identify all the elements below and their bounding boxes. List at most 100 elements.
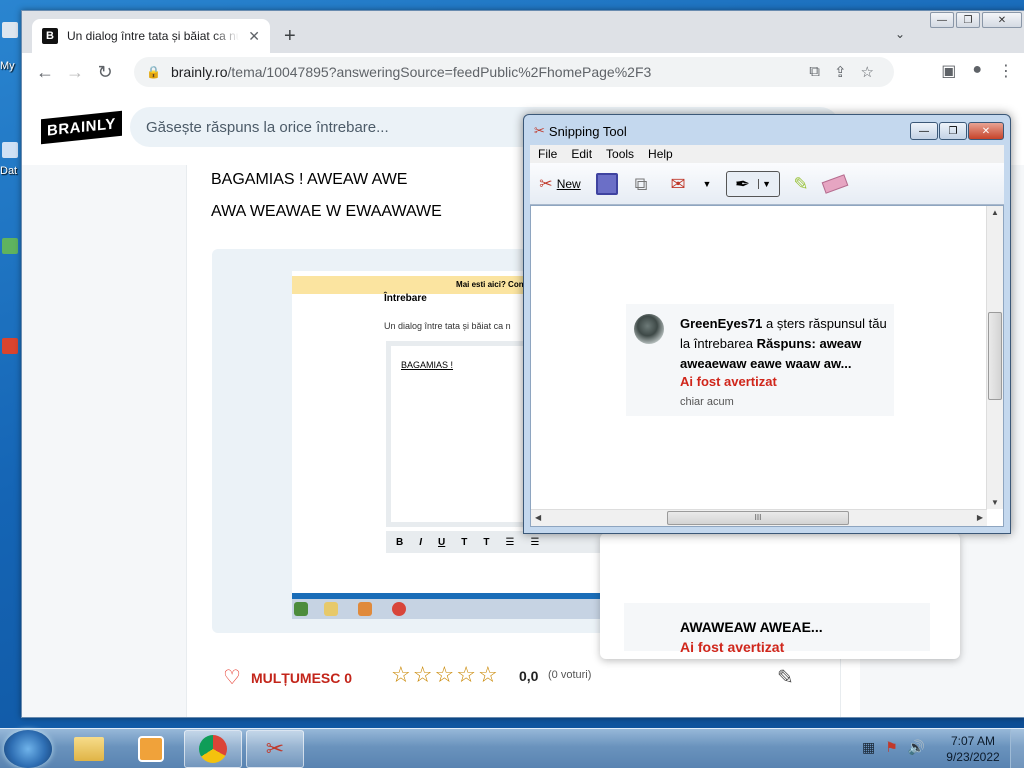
star-rating[interactable]: ☆ ☆ ☆ ☆ ☆ xyxy=(391,664,498,686)
url-host: brainly.ro xyxy=(170,64,228,80)
star-icon[interactable]: ☆ xyxy=(391,664,411,686)
save-snip-icon[interactable] xyxy=(594,171,620,197)
clock-time: 7:07 AM xyxy=(950,734,996,748)
menu-kebab-icon[interactable]: ⋮ xyxy=(998,61,1014,81)
network-icon[interactable]: ▦ xyxy=(862,739,875,756)
vertical-scroll-thumb[interactable] xyxy=(988,312,1002,400)
maximize-button[interactable]: ❐ xyxy=(956,12,980,28)
send-snip-icon[interactable]: ✉ xyxy=(664,171,692,197)
horizontal-scroll-thumb[interactable]: III xyxy=(667,511,849,525)
menu-tools[interactable]: Tools xyxy=(606,147,634,161)
snip-toolbar: ✂ New ⧉ ✉ ▼ ✒ ▼ ✎ xyxy=(530,163,1004,205)
underline-icon: U xyxy=(438,536,446,548)
star-icon[interactable]: ☆ xyxy=(434,664,454,686)
lock-icon[interactable]: 🔒 xyxy=(146,65,161,79)
start-button[interactable] xyxy=(4,730,52,768)
copy-icon[interactable]: ⧉ xyxy=(628,171,654,197)
red-app-icon[interactable] xyxy=(2,338,18,354)
snipping-tool-icon: ✂ xyxy=(265,736,285,761)
send-dropdown-icon[interactable]: ▼ xyxy=(700,171,714,197)
answer-text-line-1: BAGAMIAS ! AWEAW AWE xyxy=(211,171,408,188)
taskbar: ✂ ▦ ⚑ 🔊 7:07 AM 9/23/2022 xyxy=(0,728,1024,768)
tab-strip: B Un dialog între tata și băiat ca nu ✕ … xyxy=(22,11,1024,53)
profile-avatar-icon[interactable]: ● xyxy=(972,61,982,81)
clock-date: 9/23/2022 xyxy=(946,750,1000,764)
close-window-button[interactable]: ✕ xyxy=(982,12,1022,28)
star-icon[interactable]: ☆ xyxy=(478,664,498,686)
pen-icon[interactable]: ✒ ▼ xyxy=(726,171,780,197)
bookmark-star-icon[interactable]: ☆ xyxy=(861,63,874,81)
answer-actions: ♡ MULȚUMESC 0 ☆ ☆ ☆ ☆ ☆ 0,0 (0 voturi) xyxy=(223,664,591,690)
bullet-list-icon: ☰ xyxy=(530,536,540,548)
star-icon[interactable]: ☆ xyxy=(413,664,433,686)
highlighter-icon[interactable]: ✎ xyxy=(788,171,814,197)
scissors-icon: ✂ xyxy=(534,123,545,138)
tab-search-chevron-icon[interactable]: ⌄ xyxy=(895,27,905,41)
new-snip-label: New xyxy=(556,177,581,191)
forward-icon[interactable]: → xyxy=(60,62,90,83)
vertical-scrollbar[interactable]: ▲ ▼ xyxy=(986,206,1003,509)
notification-warning-text: Ai fost avertizat xyxy=(680,374,777,389)
notification-line2-bold: Răspuns: aweaw xyxy=(756,336,862,351)
attachment-editor-text: BAGAMIAS ! xyxy=(401,360,454,370)
notification-warning: Ai fost avertizat xyxy=(680,639,785,655)
window-title: Snipping Tool xyxy=(548,123,627,139)
minimize-button[interactable]: — xyxy=(930,12,954,28)
side-panel-icon[interactable]: ▣ xyxy=(941,61,956,81)
taskbar-chrome[interactable] xyxy=(184,730,242,768)
eraser-icon[interactable] xyxy=(820,171,850,197)
green-app-icon[interactable] xyxy=(2,238,18,254)
edit-pencil-icon[interactable]: ✎ xyxy=(777,665,794,690)
thanks-button[interactable]: MULȚUMESC 0 xyxy=(251,670,352,686)
new-tab-button[interactable]: + xyxy=(284,25,296,48)
star-icon[interactable]: ☆ xyxy=(456,664,476,686)
back-icon[interactable]: ← xyxy=(30,62,60,83)
taskbar-snipping-tool[interactable]: ✂ xyxy=(246,730,304,768)
volume-icon[interactable]: 🔊 xyxy=(908,739,925,756)
show-desktop-button[interactable] xyxy=(1010,729,1024,768)
menu-help[interactable]: Help xyxy=(648,147,673,161)
url-path: /tema/10047895?answeringSource=feedPubli… xyxy=(227,64,652,80)
snip-close-button[interactable]: ✕ xyxy=(968,122,1004,140)
system-tray: ▦ ⚑ 🔊 xyxy=(862,739,925,756)
desktop-label-data[interactable]: Dat xyxy=(0,165,17,177)
snip-minimize-button[interactable]: — xyxy=(910,122,938,140)
desktop-label-computer[interactable]: My xyxy=(0,60,15,72)
translate-icon[interactable]: ⧉ xyxy=(809,63,820,81)
scroll-left-icon[interactable]: ◀ xyxy=(535,513,541,522)
ordered-list-icon: ☰ xyxy=(505,536,515,548)
taskbar-explorer[interactable] xyxy=(60,730,118,768)
folder-icon xyxy=(74,737,104,761)
address-bar[interactable]: 🔒 brainly.ro /tema/10047895?answeringSou… xyxy=(134,57,894,87)
tab-brainly[interactable]: B Un dialog între tata și băiat ca nu ✕ xyxy=(32,19,270,53)
share-icon[interactable]: ⇪ xyxy=(834,63,847,81)
folder-icon[interactable] xyxy=(2,142,18,158)
new-snip-button[interactable]: ✂ New xyxy=(532,171,588,197)
scroll-right-icon[interactable]: ▶ xyxy=(977,513,983,522)
close-tab-icon[interactable]: ✕ xyxy=(248,28,260,45)
taskbar-media-player[interactable] xyxy=(122,730,180,768)
computer-icon[interactable] xyxy=(2,22,18,38)
attachment-folder-icon xyxy=(324,602,338,616)
snip-notification: GreenEyes71 a șters răspunsul tău la înt… xyxy=(626,304,894,416)
brainly-logo[interactable]: BRAINLY xyxy=(41,110,122,145)
notification-line3: aweaewaw eawe waaw aw... xyxy=(680,356,852,371)
tab-title: Un dialog între tata și băiat ca nu xyxy=(67,29,239,43)
bold-icon: B xyxy=(396,536,404,548)
brainly-favicon-icon: B xyxy=(42,28,58,44)
media-player-icon xyxy=(138,736,164,762)
heart-icon[interactable]: ♡ xyxy=(223,665,241,690)
horizontal-scrollbar[interactable]: ◀ III ▶ xyxy=(531,509,987,526)
reload-icon[interactable]: ↻ xyxy=(90,62,120,83)
clock[interactable]: 7:07 AM 9/23/2022 xyxy=(940,733,1006,765)
chrome-icon xyxy=(199,735,227,763)
scroll-down-icon[interactable]: ▼ xyxy=(991,498,999,507)
toolbar-right: ▣ ● ⋮ xyxy=(941,61,1014,81)
notification-action: a șters răspunsul tău xyxy=(766,316,887,331)
scroll-up-icon[interactable]: ▲ xyxy=(991,208,999,217)
menu-file[interactable]: File xyxy=(538,147,557,161)
menu-edit[interactable]: Edit xyxy=(571,147,592,161)
action-center-icon[interactable]: ⚑ xyxy=(885,739,898,756)
snipping-tool-titlebar: ✂ Snipping Tool xyxy=(534,123,627,139)
snip-maximize-button[interactable]: ❐ xyxy=(939,122,967,140)
